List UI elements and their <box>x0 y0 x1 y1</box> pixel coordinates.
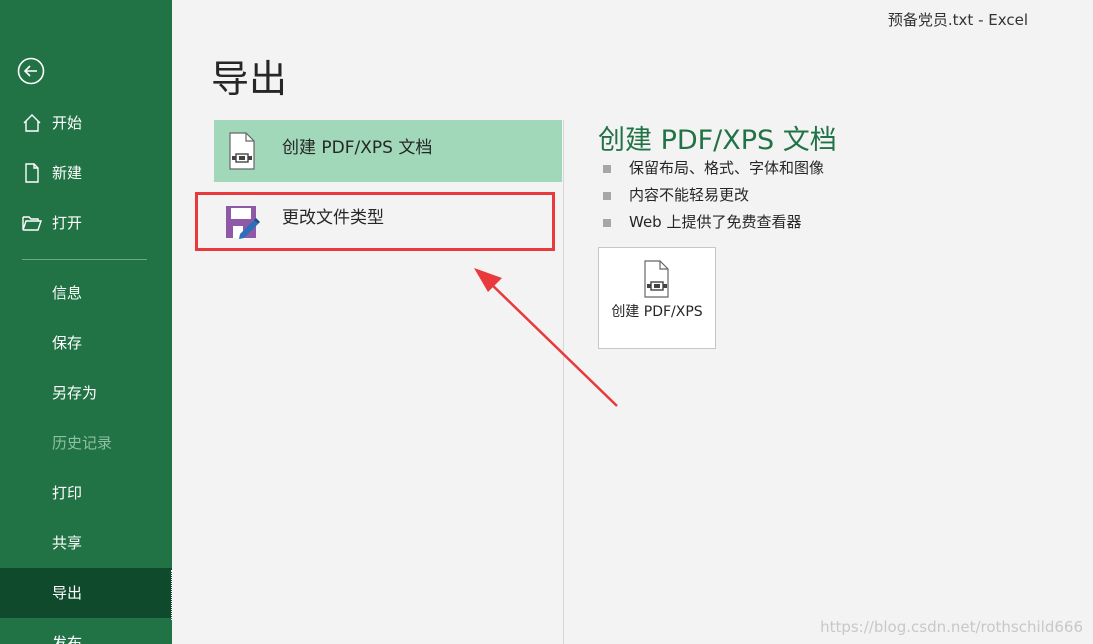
nav-print[interactable]: 打印 <box>0 468 172 518</box>
nav-home[interactable]: 开始 <box>0 98 172 148</box>
pdf-document-icon <box>229 132 255 170</box>
detail-bullet: 内容不能轻易更改 <box>603 185 824 212</box>
nav-info-label: 信息 <box>52 284 83 302</box>
nav-export-label: 导出 <box>52 584 83 602</box>
detail-title: 创建 PDF/XPS 文档 <box>598 125 837 156</box>
nav-history: 历史记录 <box>0 418 172 468</box>
detail-bullet: Web 上提供了免费查看器 <box>603 212 824 239</box>
nav-open-label: 打开 <box>52 214 83 232</box>
create-pdf-xps-button[interactable]: 创建 PDF/XPS <box>598 247 716 349</box>
detail-bullet: 保留布局、格式、字体和图像 <box>603 158 824 185</box>
nav-publish-label: 发布 <box>52 634 83 644</box>
nav-save-as-label: 另存为 <box>52 384 98 402</box>
nav-new-label: 新建 <box>52 164 83 182</box>
nav-publish[interactable]: 发布 <box>0 618 172 644</box>
annotation-highlight-box <box>195 192 555 251</box>
nav-save-as[interactable]: 另存为 <box>0 368 172 418</box>
nav-save-label: 保存 <box>52 334 83 352</box>
nav-open[interactable]: 打开 <box>0 198 172 248</box>
create-pdf-xps-button-label: 创建 PDF/XPS <box>611 304 703 320</box>
new-document-icon <box>25 163 39 183</box>
nav-home-label: 开始 <box>52 114 83 132</box>
home-icon <box>23 114 41 132</box>
back-arrow-icon[interactable] <box>17 57 45 85</box>
nav-new[interactable]: 新建 <box>0 148 172 198</box>
focus-indicator <box>170 570 172 620</box>
page-title: 导出 <box>211 57 288 101</box>
sidebar-divider <box>22 259 147 260</box>
nav-save[interactable]: 保存 <box>0 318 172 368</box>
panel-divider <box>563 120 564 644</box>
nav-share-label: 共享 <box>52 534 83 552</box>
nav-info[interactable]: 信息 <box>0 268 172 318</box>
nav-print-label: 打印 <box>52 484 83 502</box>
option-create-pdf-xps[interactable]: 创建 PDF/XPS 文档 <box>214 120 562 182</box>
nav-export[interactable]: 导出 <box>0 568 172 618</box>
backstage-sidebar: 开始 新建 打开 信息 保存 另存为 历史记录 打印 共享 导出 发布 <box>0 0 172 644</box>
nav-history-label: 历史记录 <box>52 434 113 452</box>
option-create-pdf-xps-label: 创建 PDF/XPS 文档 <box>282 138 433 158</box>
detail-bullet-list: 保留布局、格式、字体和图像 内容不能轻易更改 Web 上提供了免费查看器 <box>603 158 824 239</box>
nav-share[interactable]: 共享 <box>0 518 172 568</box>
open-folder-icon <box>22 216 42 231</box>
watermark-text: https://blog.csdn.net/rothschild666 <box>820 618 1083 636</box>
pdf-document-icon <box>644 260 669 298</box>
window-title: 预备党员.txt - Excel <box>887 11 1028 29</box>
